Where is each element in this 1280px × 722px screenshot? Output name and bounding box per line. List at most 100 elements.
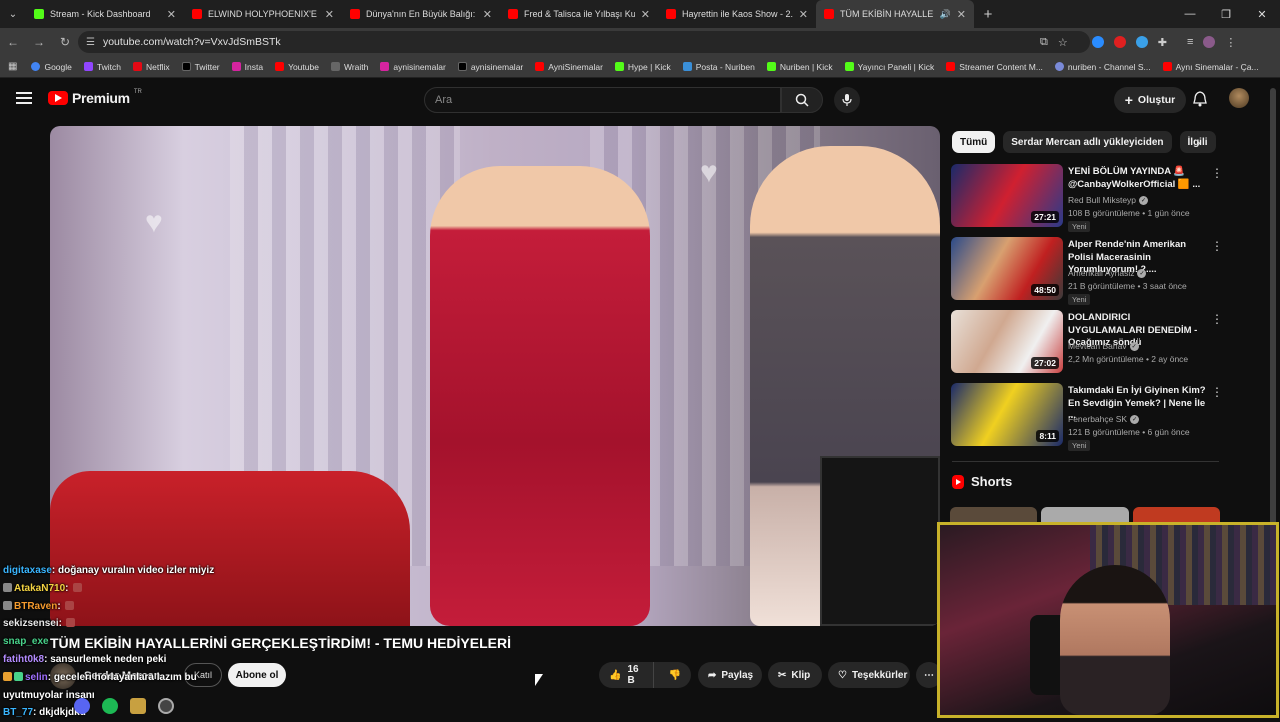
- tab-title: ELWIND HOLYPHOENIX'E TEK A: [208, 9, 319, 19]
- close-tab-icon[interactable]: ✕: [799, 8, 808, 21]
- more-vert-icon[interactable]: ⋮: [1211, 385, 1223, 399]
- bookmark[interactable]: Netflix: [127, 62, 176, 72]
- close-tab-icon[interactable]: ✕: [325, 8, 334, 21]
- bookmark[interactable]: Insta: [226, 62, 269, 72]
- browser-tab[interactable]: Fred & Talisca ile Yılbaşı Kurabi ✕: [500, 0, 658, 28]
- recommendation-channel[interactable]: Amerikali Aynasiz: [1068, 268, 1134, 278]
- close-tab-icon[interactable]: ✕: [957, 8, 966, 21]
- discord-icon[interactable]: [74, 698, 90, 714]
- share-icon: ➦: [708, 669, 717, 681]
- extension-icon[interactable]: [1091, 36, 1104, 48]
- video-thumbnail[interactable]: 27:02: [951, 310, 1063, 373]
- bookmark[interactable]: Nuriben | Kick: [761, 62, 839, 72]
- more-vert-icon[interactable]: ⋮: [1211, 312, 1223, 326]
- clip-button[interactable]: ✂ Klip: [768, 662, 822, 688]
- chip-all[interactable]: Tümü: [952, 131, 996, 153]
- browser-tab[interactable]: Dünya'nın En Büyük Balığı: Bali ✕: [342, 0, 500, 28]
- url-text[interactable]: youtube.com/watch?v=VxvJdSmBSTk: [103, 36, 281, 48]
- video-thumbnail[interactable]: 8:11: [951, 383, 1063, 446]
- close-tab-icon[interactable]: ✕: [167, 8, 176, 21]
- scrollbar[interactable]: [1270, 88, 1276, 528]
- bookmark[interactable]: aynisinemalar: [374, 62, 451, 72]
- bookmark[interactable]: Wraith: [325, 62, 374, 72]
- bookmark[interactable]: Streamer Content M...: [940, 62, 1049, 72]
- chevron-right-icon[interactable]: ›: [1196, 134, 1201, 150]
- shorts-header: Shorts: [952, 474, 1012, 489]
- video-player[interactable]: ♥ ♥ ♥ ♥: [50, 126, 940, 626]
- voice-search-button[interactable]: [834, 87, 860, 113]
- bookmark[interactable]: nuriben - Channel S...: [1049, 62, 1157, 72]
- more-vert-icon[interactable]: ⋮: [1211, 239, 1223, 253]
- create-button[interactable]: + Oluştur: [1114, 87, 1186, 113]
- back-icon[interactable]: ←: [0, 35, 26, 49]
- share-button[interactable]: ➦ Paylaş: [698, 662, 762, 688]
- forward-icon[interactable]: →: [26, 35, 52, 49]
- recommendation-item[interactable]: 27:21 YENİ BÖLÜM YAYINDA 🚨 @CanbayWolker…: [951, 164, 1223, 234]
- url-bar[interactable]: ☰ youtube.com/watch?v=VxvJdSmBSTk: [78, 31, 1090, 53]
- extensions-puzzle-icon[interactable]: ✚: [1158, 36, 1167, 49]
- apps-grid-icon[interactable]: ▦: [8, 61, 17, 72]
- chip-from-uploader[interactable]: Serdar Mercan adlı yükleyiciden: [1003, 131, 1172, 153]
- close-window-icon[interactable]: ✕: [1244, 0, 1280, 28]
- browser-menu-icon[interactable]: ⋮: [1225, 36, 1236, 49]
- obs-icon[interactable]: [158, 698, 174, 714]
- video-thumbnail[interactable]: 48:50: [951, 237, 1063, 300]
- video-person: [430, 166, 650, 626]
- speaker-icon[interactable]: 🔊: [940, 9, 951, 20]
- reading-list-icon[interactable]: ≡: [1187, 36, 1193, 48]
- bookmark[interactable]: Google: [25, 62, 77, 72]
- menu-icon[interactable]: [16, 92, 32, 104]
- bookmark[interactable]: Twitter: [176, 62, 226, 72]
- thanks-button[interactable]: ♡ Teşekkürler: [828, 662, 910, 688]
- youtube-logo[interactable]: Premium TR: [48, 89, 142, 106]
- dislike-button[interactable]: 👎: [659, 662, 691, 688]
- recommendation-channel[interactable]: Mevtcan Bahav: [1068, 341, 1127, 351]
- bookmark[interactable]: AyniSinemalar: [529, 62, 609, 72]
- site-info-icon[interactable]: ☰: [86, 37, 95, 48]
- extension-icon[interactable]: [1135, 36, 1148, 48]
- search-button[interactable]: [781, 87, 823, 113]
- bookmark[interactable]: aynisinemalar: [452, 62, 529, 72]
- browser-tab[interactable]: Hayrettin ile Kaos Show - 2.Sez ✕: [658, 0, 816, 28]
- browser-tab[interactable]: Stream - Kick Dashboard ✕: [26, 0, 184, 28]
- extension-icon[interactable]: [1113, 36, 1126, 48]
- recommendation-item[interactable]: 27:02 DOLANDIRICI UYGULAMALARI DENEDİM -…: [951, 310, 1223, 380]
- browser-tab[interactable]: ELWIND HOLYPHOENIX'E TEK A ✕: [184, 0, 342, 28]
- recommendation-item[interactable]: 48:50 Alper Rende'nin Amerikan Polisi Ma…: [951, 237, 1223, 307]
- like-button[interactable]: 👍 16 B: [599, 662, 654, 688]
- thanks-label: Teşekkürler: [851, 669, 908, 681]
- cast-icon[interactable]: ⧉: [1040, 36, 1048, 49]
- chat-text: :: [65, 582, 69, 594]
- more-vert-icon[interactable]: ⋮: [1211, 166, 1223, 180]
- chat-username: fatiht0k8: [3, 653, 45, 665]
- bookmark[interactable]: Hype | Kick: [609, 62, 677, 72]
- recommendation-meta: 108 B görüntüleme • 1 gün önce: [1068, 208, 1190, 218]
- bookmark[interactable]: Posta - Nuriben: [677, 62, 761, 72]
- notifications-button[interactable]: [1193, 91, 1207, 112]
- video-thumbnail[interactable]: 27:21: [951, 164, 1063, 227]
- spotify-icon[interactable]: [102, 698, 118, 714]
- tab-search-icon[interactable]: ⌄: [0, 0, 26, 28]
- recommendation-channel[interactable]: Fenerbahçe SK: [1068, 414, 1127, 424]
- chat-text: :: [58, 618, 62, 630]
- minimize-icon[interactable]: —: [1172, 0, 1208, 28]
- recommendation-item[interactable]: 8:11 Takımdaki En İyi Giyinen Kim? En Se…: [951, 383, 1223, 453]
- bookmark-star-icon[interactable]: ☆: [1058, 36, 1068, 49]
- maximize-icon[interactable]: ❐: [1208, 0, 1244, 28]
- tab-title: Stream - Kick Dashboard: [50, 9, 151, 19]
- search-input[interactable]: Ara: [424, 87, 781, 113]
- reload-icon[interactable]: ↻: [52, 35, 78, 49]
- bookmark[interactable]: Yayıncı Paneli | Kick: [839, 62, 941, 72]
- close-tab-icon[interactable]: ✕: [483, 8, 492, 21]
- browser-tab-active[interactable]: TÜM EKİBİN HAYALLERİNİ G 🔊 ✕: [816, 0, 974, 28]
- recommendation-channel[interactable]: Red Bull Miksteyp: [1068, 195, 1136, 205]
- profile-icon[interactable]: [1203, 36, 1216, 48]
- bookmark[interactable]: Youtube: [269, 62, 325, 72]
- bookmark[interactable]: Aynı Sinemalar - Ça...: [1157, 62, 1265, 72]
- bookmark[interactable]: Twitch: [78, 62, 127, 72]
- new-tab-icon[interactable]: +: [974, 6, 1002, 23]
- user-avatar[interactable]: [1229, 88, 1249, 108]
- recommendation-title[interactable]: YENİ BÖLÜM YAYINDA 🚨 @CanbayWolkerOffici…: [1068, 166, 1208, 191]
- app-icon[interactable]: [130, 698, 146, 714]
- close-tab-icon[interactable]: ✕: [641, 8, 650, 21]
